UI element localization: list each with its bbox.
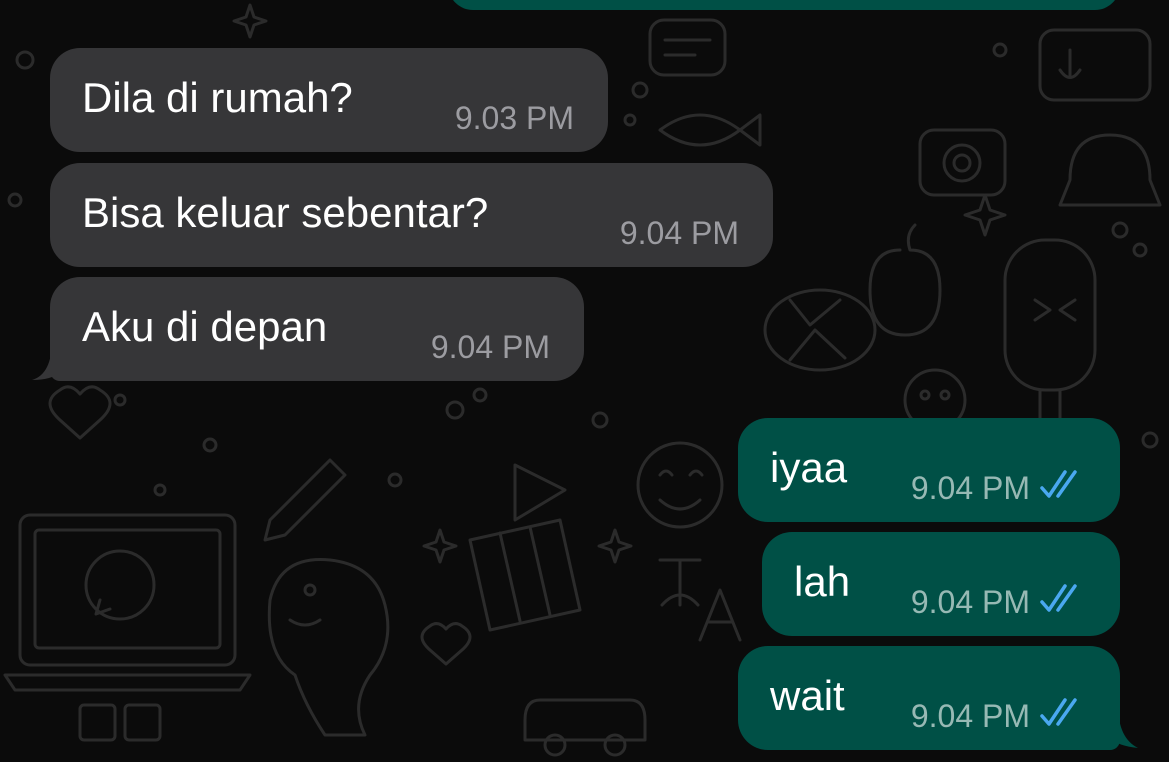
double-check-read-icon: [1040, 470, 1077, 498]
message-time: 9.03 PM: [454, 100, 574, 136]
double-check-read-icon: [1040, 584, 1077, 612]
message-time: 9.04 PM: [910, 584, 1030, 620]
message-text: Dila di rumah?: [82, 74, 353, 121]
message-text: Bisa keluar sebentar?: [82, 189, 489, 236]
message-time: 9.04 PM: [910, 698, 1030, 734]
message-text: wait: [770, 672, 845, 719]
double-check-read-icon: [1040, 698, 1077, 726]
message-time: 9.04 PM: [430, 329, 550, 365]
message-text: lah: [794, 558, 851, 605]
message-bubble-outgoing[interactable]: wait 9.04 PM: [738, 646, 1120, 750]
previous-message-bubble[interactable]: [448, 0, 1120, 10]
message-time: 9.04 PM: [619, 215, 739, 251]
message-bubble-outgoing[interactable]: lah 9.04 PM: [762, 532, 1120, 636]
message-text: iyaa: [770, 444, 848, 491]
message-list: Dila di rumah? 9.03 PM Bisa keluar seben…: [0, 0, 1169, 762]
message-time: 9.04 PM: [910, 470, 1030, 506]
message-bubble-incoming[interactable]: Aku di depan 9.04 PM: [50, 277, 584, 381]
message-text: Aku di depan: [82, 303, 328, 350]
message-bubble-incoming[interactable]: Bisa keluar sebentar? 9.04 PM: [50, 163, 773, 267]
message-bubble-outgoing[interactable]: iyaa 9.04 PM: [738, 418, 1120, 522]
message-bubble-incoming[interactable]: Dila di rumah? 9.03 PM: [50, 48, 608, 152]
